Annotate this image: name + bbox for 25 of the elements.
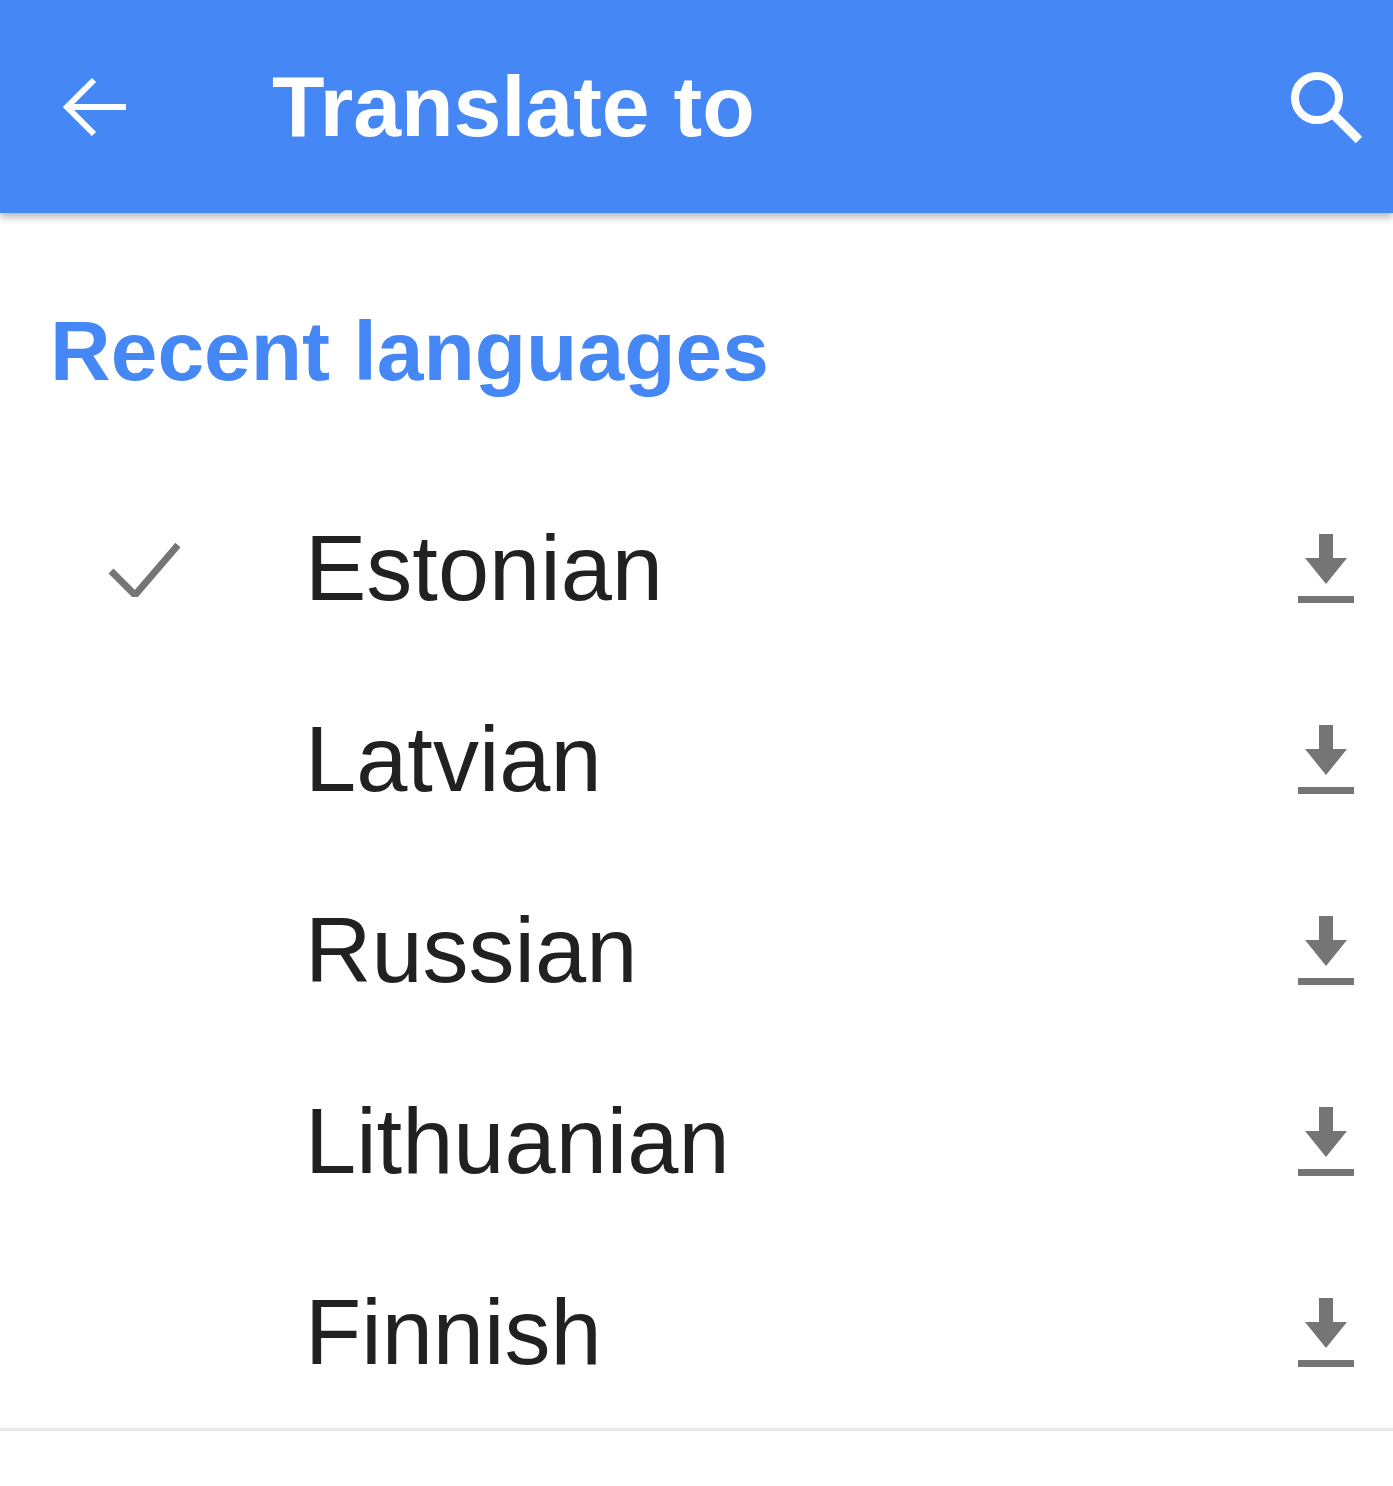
download-icon bbox=[1297, 533, 1355, 604]
download-button[interactable] bbox=[1297, 1106, 1355, 1177]
download-icon bbox=[1297, 915, 1355, 986]
search-icon bbox=[1289, 69, 1363, 144]
download-icon bbox=[1297, 724, 1355, 795]
language-item[interactable]: Finnish bbox=[0, 1237, 1393, 1428]
download-icon bbox=[1297, 1297, 1355, 1368]
language-name: Estonian bbox=[305, 516, 665, 621]
language-item[interactable]: Lithuanian bbox=[0, 1046, 1393, 1237]
language-item[interactable]: Latvian bbox=[0, 664, 1393, 855]
language-name: Latvian bbox=[305, 707, 603, 812]
language-name: Russian bbox=[305, 898, 639, 1003]
download-button[interactable] bbox=[1297, 533, 1355, 604]
download-button[interactable] bbox=[1297, 724, 1355, 795]
language-name: Finnish bbox=[305, 1280, 603, 1385]
language-item[interactable]: Russian bbox=[0, 855, 1393, 1046]
back-arrow-icon bbox=[62, 75, 128, 138]
search-button[interactable] bbox=[1289, 69, 1363, 144]
download-button[interactable] bbox=[1297, 915, 1355, 986]
language-name: Lithuanian bbox=[305, 1089, 731, 1194]
download-button[interactable] bbox=[1297, 1297, 1355, 1368]
screen-title: Translate to bbox=[272, 57, 756, 156]
language-item[interactable]: Estonian bbox=[0, 473, 1393, 664]
section-heading: Recent languages bbox=[50, 303, 770, 400]
download-icon bbox=[1297, 1106, 1355, 1177]
